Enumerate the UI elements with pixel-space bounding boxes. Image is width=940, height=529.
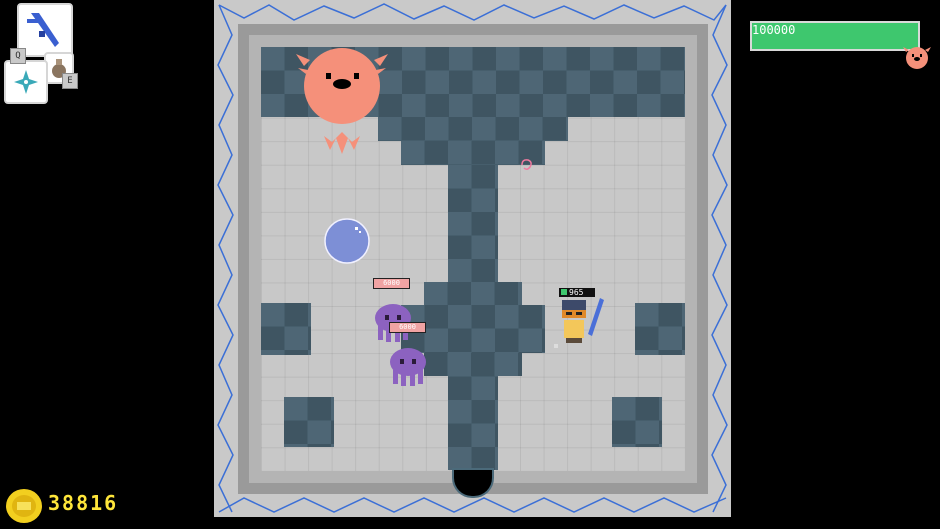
- enemy-1-health-bar: 6000: [373, 278, 410, 289]
- key-e-hint: E: [62, 73, 78, 89]
- water-bubble-orb[interactable]: [322, 216, 372, 266]
- boss-health-text: 100000: [752, 23, 796, 37]
- player-character[interactable]: [552, 292, 608, 352]
- dark-tiles-left-block: [261, 303, 311, 355]
- dark-tiles-right-block: [635, 303, 685, 355]
- pink-pufferfish-icon: [903, 47, 931, 69]
- boss-pufferfish[interactable]: [296, 46, 390, 160]
- enemy-1-hp-text: 6000: [383, 279, 400, 287]
- enemy-2-health-bar: 6000: [389, 322, 426, 333]
- tertiary-weapon-slot[interactable]: [4, 60, 48, 104]
- gold-coin-icon: [6, 489, 42, 523]
- enemy-2-hp-text: 6000: [399, 323, 416, 331]
- dark-tiles-bottom-left-block: [284, 397, 334, 447]
- dark-tiles-top-step: [378, 117, 568, 141]
- purple-jellyfish-enemy-2[interactable]: [387, 346, 429, 388]
- key-q-hint: Q: [10, 48, 26, 64]
- dark-tiles-bottom-right-block: [612, 397, 662, 447]
- coin-counter: 38816: [48, 491, 119, 515]
- pink-projectile: [521, 159, 532, 171]
- shuriken-icon: [14, 70, 38, 94]
- blue-sword-icon: [27, 13, 59, 47]
